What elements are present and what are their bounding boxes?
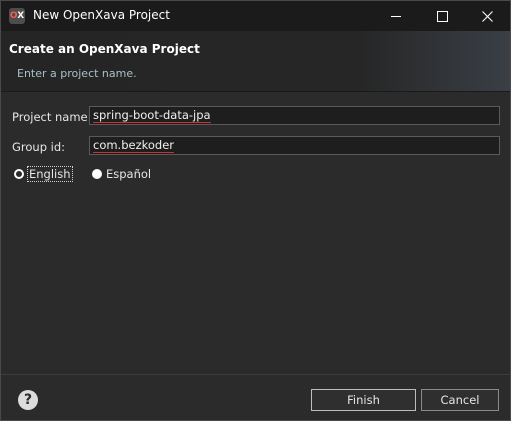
maximize-button[interactable] [419,1,465,31]
project-name-input[interactable]: spring-boot-data-jpa [89,106,500,125]
cancel-button-label: Cancel [440,393,480,407]
minimize-icon [391,15,401,17]
app-icon-letter-x: X [17,11,25,21]
radio-unselected-icon [92,169,102,179]
close-button[interactable] [464,1,510,31]
help-icon: ? [23,392,33,408]
page-title: Create an OpenXava Project [9,42,200,56]
title-bar: OX New OpenXava Project [1,1,510,31]
minimize-button[interactable] [373,1,419,31]
close-icon [481,10,493,22]
page-description: Enter a project name. [17,67,137,80]
espanol-radio[interactable]: Español [92,167,151,181]
espanol-radio-label: Español [106,167,152,181]
maximize-icon [436,10,448,22]
cancel-button[interactable]: Cancel [421,389,499,411]
english-radio[interactable]: English [14,166,73,182]
english-radio-label: English [27,166,73,182]
openxava-app-icon: OX [9,8,25,24]
finish-button-label: Finish [347,393,380,407]
project-name-value: spring-boot-data-jpa [93,108,211,123]
group-id-label: Group id: [12,140,66,154]
window-title: New OpenXava Project [33,8,170,22]
radio-selected-icon [14,169,24,179]
finish-button[interactable]: Finish [311,389,416,411]
wizard-header: Create an OpenXava Project Enter a proje… [1,31,510,92]
group-id-value: com.bezkoder [93,138,175,153]
footer-separator [1,374,510,375]
help-button[interactable]: ? [18,390,38,410]
group-id-input[interactable]: com.bezkoder [89,136,500,155]
project-name-label: Project name: [12,110,92,124]
dialog-window: OX New OpenXava Project Create an OpenXa… [0,0,511,421]
